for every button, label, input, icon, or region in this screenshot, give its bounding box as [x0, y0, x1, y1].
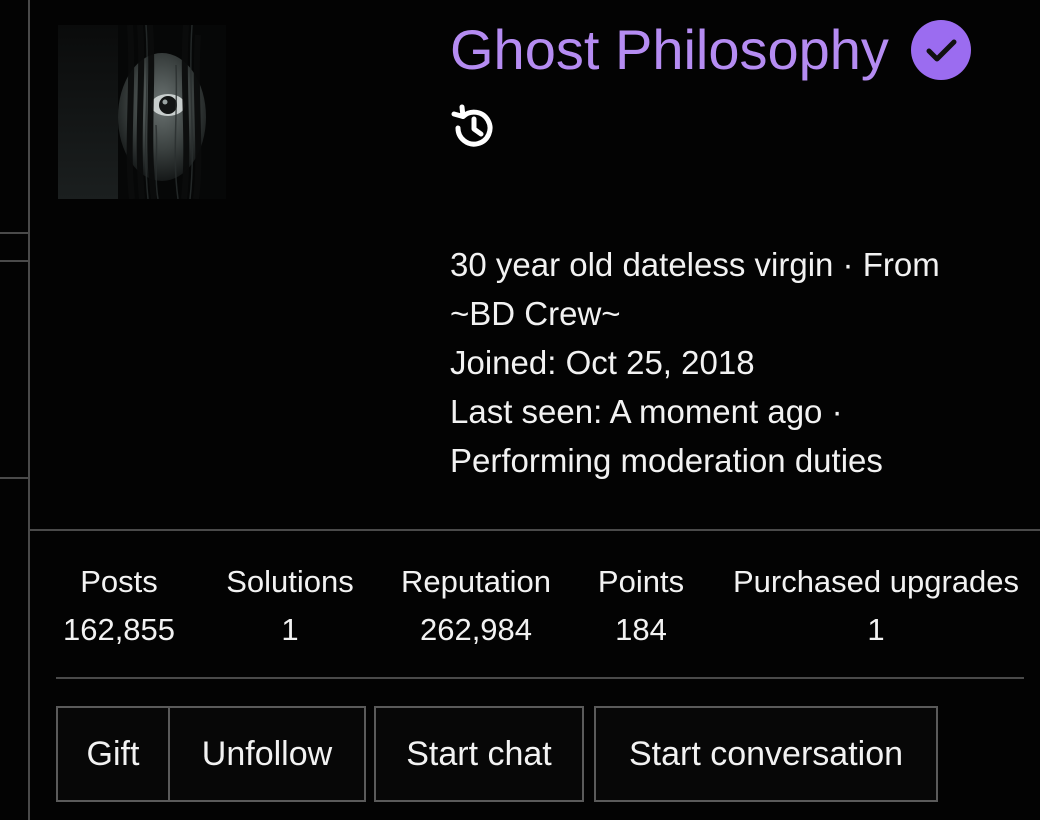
profile-header: Ghost Philosophy	[450, 18, 971, 82]
left-gutter-divider	[28, 0, 30, 820]
tagline-line-2[interactable]: ~BD Crew~	[450, 289, 1010, 338]
stat-label: Purchased upgrades	[732, 564, 1020, 599]
profile-info: 30 year old dateless virgin · From ~BD C…	[450, 240, 1010, 485]
verified-check-icon	[910, 20, 971, 80]
stat-value: 162,855	[62, 612, 176, 647]
stat-label: Solutions	[226, 564, 354, 599]
joined-date: Joined: Oct 25, 2018	[450, 344, 755, 381]
last-seen-line-1: Last seen: A moment ago ·	[450, 393, 843, 430]
avatar[interactable]	[58, 25, 226, 199]
gift-button[interactable]: Gift	[56, 706, 170, 802]
stat-value: 184	[615, 612, 667, 647]
left-gutter-tick	[0, 232, 28, 234]
stat-label: Posts	[80, 564, 158, 599]
stat-label: Reputation	[401, 564, 551, 599]
last-seen-line-2: Performing moderation duties	[450, 442, 883, 479]
tagline-line-1: 30 year old dateless virgin · From	[450, 246, 940, 283]
profile-name[interactable]: Ghost Philosophy	[450, 18, 889, 82]
avatar-image	[58, 25, 226, 199]
stats-divider	[56, 677, 1024, 679]
stat-value: 1	[867, 612, 885, 647]
start-chat-button[interactable]: Start chat	[374, 706, 584, 802]
history-icon[interactable]	[450, 104, 498, 152]
left-gutter-tick	[0, 260, 28, 262]
stat-value: 1	[281, 612, 299, 647]
stat-solutions[interactable]: Solutions 1	[220, 558, 360, 654]
section-divider	[30, 529, 1040, 531]
stat-purchased-upgrades[interactable]: Purchased upgrades 1	[726, 558, 1026, 654]
chat-group: Start chat	[374, 706, 584, 802]
stat-reputation[interactable]: Reputation 262,984	[396, 558, 556, 654]
stat-points[interactable]: Points 184	[592, 558, 690, 654]
stat-label: Points	[597, 564, 685, 599]
conversation-group: Start conversation	[594, 706, 938, 802]
profile-page: Ghost Philosophy 30 year old dateless vi…	[0, 0, 1040, 820]
start-conversation-button[interactable]: Start conversation	[594, 706, 938, 802]
left-gutter-tick	[0, 477, 28, 479]
unfollow-button[interactable]: Unfollow	[170, 706, 366, 802]
gift-follow-group: Gift Unfollow	[56, 706, 366, 802]
stat-value: 262,984	[419, 612, 533, 647]
stat-posts[interactable]: Posts 162,855	[56, 558, 182, 654]
